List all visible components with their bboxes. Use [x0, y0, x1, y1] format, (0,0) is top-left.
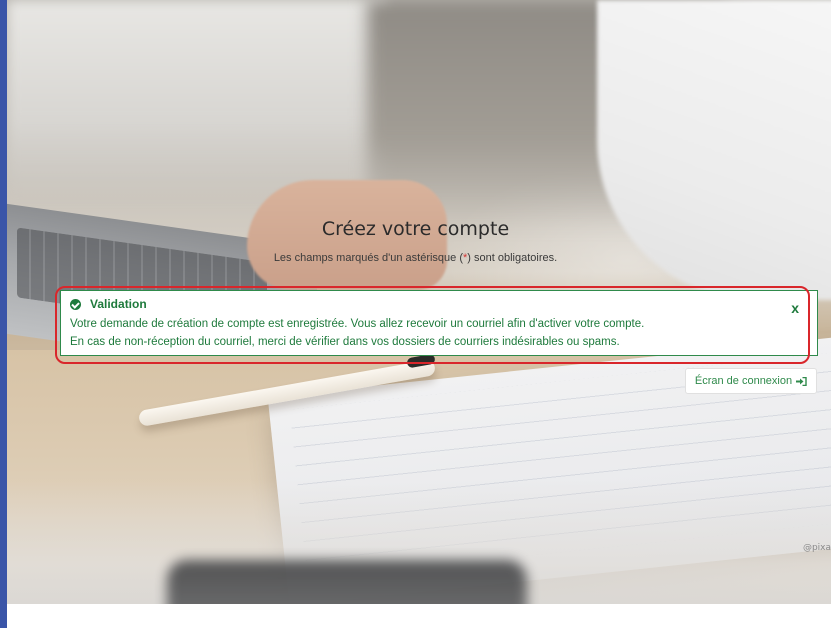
required-fields-note: Les champs marqués d'un astérisque (*) s… — [0, 252, 831, 264]
required-note-suffix: ) sont obligatoires. — [467, 252, 558, 264]
photo-credit: @pixa — [802, 543, 831, 553]
sign-in-icon — [796, 376, 807, 386]
alert-highlight-outline — [55, 286, 810, 364]
login-link-label: Écran de connexion — [694, 375, 793, 387]
bottom-strip — [7, 604, 831, 628]
page-title: Créez votre compte — [321, 218, 510, 240]
login-screen-link[interactable]: Écran de connexion — [685, 368, 817, 394]
left-accent-bar — [0, 0, 7, 628]
required-note-prefix: Les champs marqués d'un astérisque ( — [273, 252, 464, 264]
page: @pixa Créez votre compte Les champs marq… — [0, 0, 831, 628]
